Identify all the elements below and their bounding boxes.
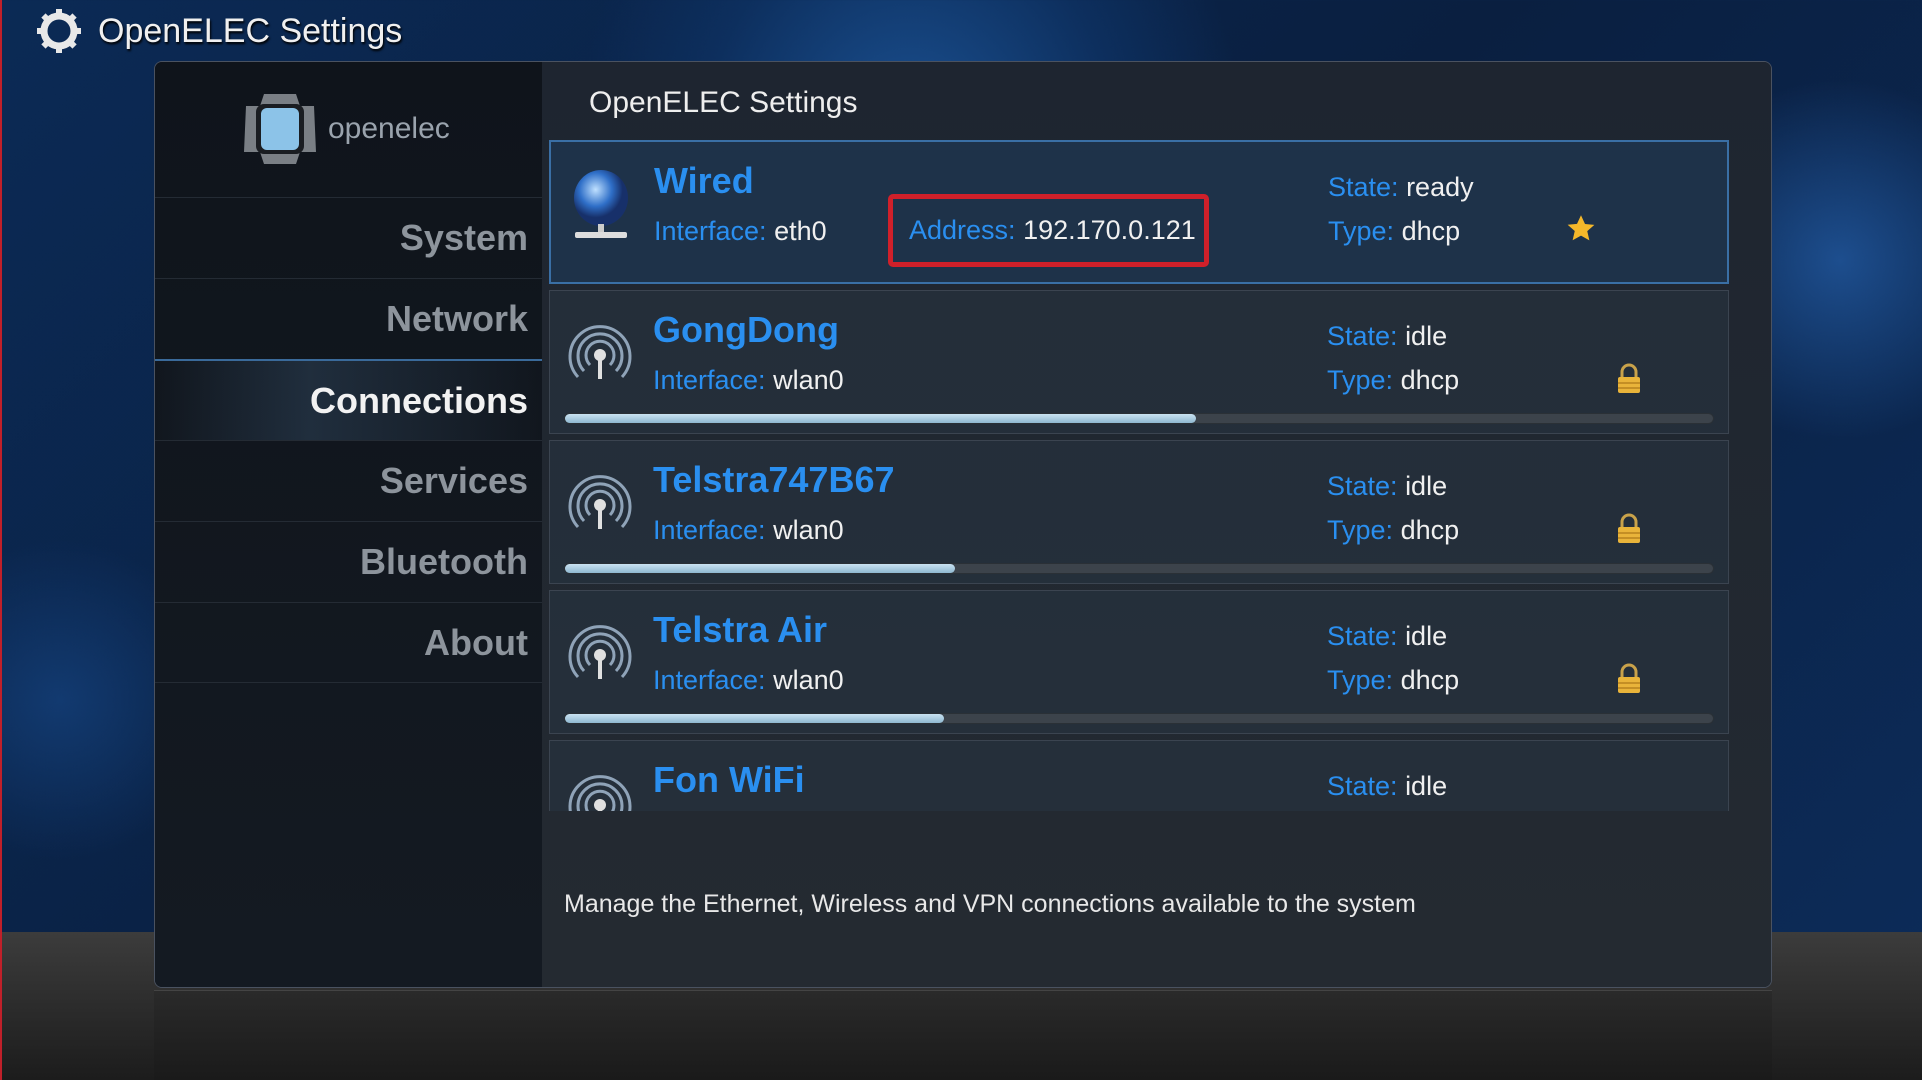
connection-row[interactable]: GongDong Interface: wlan0 State: idle Type:… <box>549 290 1729 434</box>
state-field: State: idle <box>1327 321 1447 352</box>
address-label: Address: <box>909 215 1016 245</box>
state-value: idle <box>1405 771 1448 801</box>
interface-field: Interface: wlan0 <box>653 665 844 696</box>
settings-dialog: openelec System Network Connections Serv… <box>154 61 1772 988</box>
state-field: State: ready <box>1328 172 1474 203</box>
app-title: OpenELEC Settings <box>98 11 403 50</box>
state-field: State: idle <box>1327 471 1447 502</box>
connection-row[interactable]: Telstra747B67 Interface: wlan0 State: idle… <box>549 440 1729 584</box>
interface-field: Interface: eth0 <box>654 216 827 247</box>
interface-value: wlan0 <box>773 515 844 545</box>
star-icon <box>1566 214 1596 249</box>
state-value: idle <box>1405 471 1448 501</box>
interface-value: wlan0 <box>773 365 844 395</box>
description-text: Manage the Ethernet, Wireless and VPN co… <box>564 890 1416 918</box>
state-label: State: <box>1328 172 1399 202</box>
sidebar-item-connections[interactable]: Connections <box>155 359 542 440</box>
type-label: Type: <box>1327 515 1394 545</box>
state-label: State: <box>1327 471 1398 501</box>
lock-icon <box>1616 513 1642 550</box>
address-highlight-box: Address: 192.170.0.121 <box>888 194 1209 267</box>
type-field: Type: dhcp <box>1327 665 1459 696</box>
type-value: dhcp <box>1401 216 1461 246</box>
connection-name: Wired <box>654 160 754 201</box>
interface-label: Interface: <box>653 665 766 695</box>
connection-row[interactable]: Telstra Air Interface: wlan0 State: idle Ty… <box>549 590 1729 734</box>
signal-strength-fill <box>565 414 1197 423</box>
state-value: ready <box>1406 172 1474 202</box>
sidebar-item-about[interactable]: About <box>155 602 542 683</box>
state-label: State: <box>1327 621 1398 651</box>
content-title: OpenELEC Settings <box>589 86 858 119</box>
type-label: Type: <box>1327 365 1394 395</box>
interface-field: Interface: wlan0 <box>653 515 844 546</box>
wifi-antenna-icon <box>568 619 632 696</box>
state-value: idle <box>1405 621 1448 651</box>
sidebar-menu: System Network Connections Services Blue… <box>155 197 542 683</box>
logo-text: openelec <box>328 112 450 145</box>
connections-list: Wired Interface: eth0 Address: 192.170.0.1… <box>549 140 1729 811</box>
sidebar-item-system[interactable]: System <box>155 197 542 278</box>
connection-name: GongDong <box>653 309 839 350</box>
interface-label: Interface: <box>653 365 766 395</box>
connection-name: Telstra Air <box>653 609 828 650</box>
connection-row[interactable]: Fon WiFi State: idle <box>549 740 1729 811</box>
type-label: Type: <box>1327 665 1394 695</box>
type-field: Type: dhcp <box>1327 365 1459 396</box>
signal-strength-fill <box>565 714 944 723</box>
app-header: OpenELEC Settings <box>36 8 402 54</box>
openelec-logo: openelec <box>242 92 450 166</box>
signal-strength-bar <box>564 563 1714 574</box>
sidebar-item-services[interactable]: Services <box>155 440 542 521</box>
state-value: idle <box>1405 321 1448 351</box>
openelec-logo-icon <box>244 94 316 164</box>
connection-name: Fon WiFi <box>653 759 805 800</box>
signal-strength-fill <box>565 564 956 573</box>
lock-icon <box>1616 663 1642 700</box>
interface-value: eth0 <box>774 216 827 246</box>
sidebar-item-bluetooth[interactable]: Bluetooth <box>155 521 542 602</box>
type-value: dhcp <box>1400 665 1460 695</box>
address-value: 192.170.0.121 <box>1023 215 1196 245</box>
sidebar: openelec System Network Connections Serv… <box>155 62 542 987</box>
type-field: Type: dhcp <box>1327 515 1459 546</box>
backdrop-panel <box>154 990 1772 1080</box>
type-value: dhcp <box>1400 365 1460 395</box>
type-label: Type: <box>1328 216 1395 246</box>
type-field: Type: dhcp <box>1328 216 1460 247</box>
gear-icon <box>37 9 81 53</box>
wifi-antenna-icon <box>568 319 632 396</box>
interface-field: Interface: wlan0 <box>653 365 844 396</box>
connection-name: Telstra747B67 <box>653 459 895 500</box>
wifi-antenna-icon <box>568 769 632 811</box>
interface-label: Interface: <box>653 515 766 545</box>
wifi-antenna-icon <box>568 469 632 546</box>
state-field: State: idle <box>1327 771 1447 802</box>
connection-row[interactable]: Wired Interface: eth0 Address: 192.170.0.1… <box>549 140 1729 284</box>
state-label: State: <box>1327 771 1398 801</box>
content-panel: OpenELEC Settings ✕ WiredInterface: eth0… <box>542 62 1771 987</box>
interface-value: wlan0 <box>773 665 844 695</box>
lock-icon <box>1616 363 1642 400</box>
sidebar-item-network[interactable]: Network <box>155 278 542 359</box>
signal-strength-bar <box>564 413 1714 424</box>
interface-label: Interface: <box>654 216 767 246</box>
state-label: State: <box>1327 321 1398 351</box>
state-field: State: idle <box>1327 621 1447 652</box>
type-value: dhcp <box>1400 515 1460 545</box>
signal-strength-bar <box>564 713 1714 724</box>
globe-network-icon <box>569 170 633 247</box>
